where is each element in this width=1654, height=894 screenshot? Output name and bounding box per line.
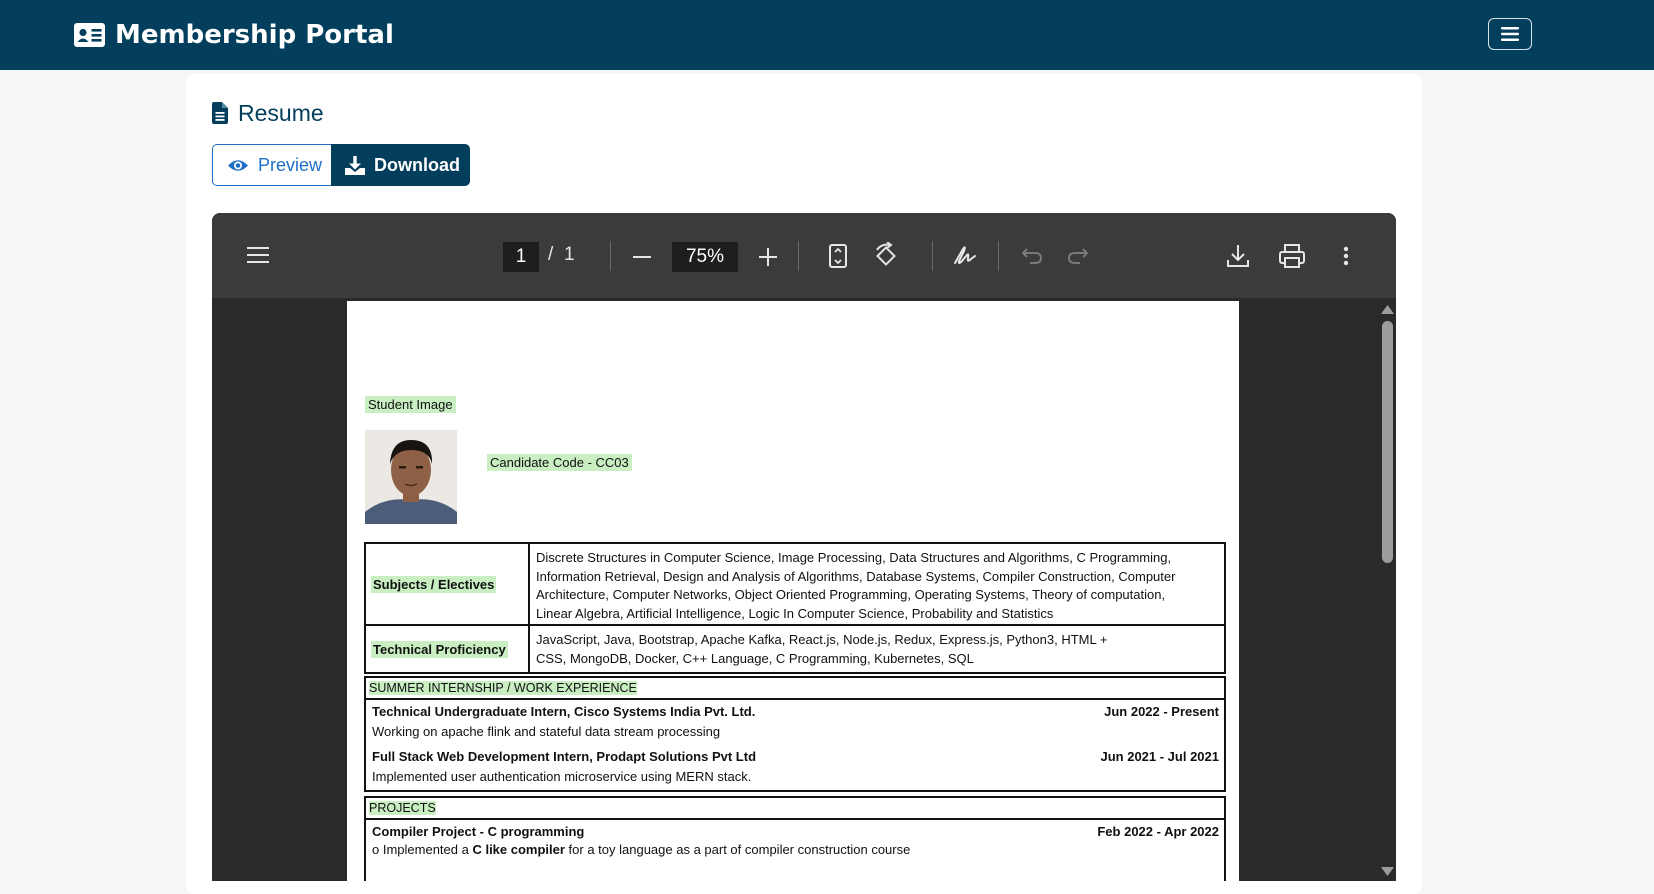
student-image-label: Student Image	[365, 396, 456, 413]
printer-icon	[1279, 244, 1305, 268]
entry-description: Implemented user authentication microser…	[372, 769, 752, 784]
entry-description: o Implemented a C like compiler for a to…	[372, 842, 1219, 857]
draw-button[interactable]	[952, 243, 978, 269]
scroll-up-arrow-icon	[1381, 305, 1394, 314]
more-vertical-icon	[1343, 246, 1349, 266]
desc-suffix: for a toy language as a part of compiler…	[564, 842, 911, 857]
page-number-input[interactable]: 1	[503, 242, 539, 272]
subjects-line: Architecture, Computer Networks, Object …	[536, 587, 1166, 602]
download-button[interactable]: Download	[331, 144, 470, 186]
experience-heading: SUMMER INTERNSHIP / WORK EXPERIENCE	[369, 681, 637, 695]
desc-prefix: o Implemented a	[372, 842, 473, 857]
download-icon	[1227, 245, 1249, 267]
download-label: Download	[374, 154, 460, 175]
subjects-line: Linear Algebra, Artificial Intelligence,…	[536, 605, 1054, 621]
pdf-download-button[interactable]	[1224, 242, 1252, 270]
preview-label: Preview	[258, 154, 323, 175]
subjects-label: Subjects / Electives	[371, 575, 497, 593]
page-separator: /	[548, 244, 554, 265]
rotate-button[interactable]	[872, 242, 900, 270]
entry-title: Full Stack Web Development Intern, Proda…	[372, 749, 757, 764]
more-options-button[interactable]	[1334, 242, 1358, 270]
download-icon	[345, 155, 365, 175]
projects-section: PROJECTS Compiler Project - C programmin…	[364, 796, 1226, 881]
sidebar-toggle-button[interactable]	[246, 243, 270, 267]
entry-title: Technical Undergraduate Intern, Cisco Sy…	[372, 704, 756, 719]
scroll-down-arrow-icon	[1381, 867, 1394, 876]
minus-icon	[633, 256, 651, 258]
page-title-text: Resume	[238, 99, 324, 126]
brand[interactable]: Membership Portal	[74, 17, 394, 53]
desc-bold: C like compiler	[472, 842, 565, 857]
experience-heading-row: SUMMER INTERNSHIP / WORK EXPERIENCE	[366, 678, 1224, 700]
top-navbar: Membership Portal	[0, 0, 1654, 70]
preview-button[interactable]: Preview	[212, 144, 331, 186]
toolbar-divider	[610, 241, 611, 271]
page-total: 1	[564, 244, 575, 265]
pdf-toolbar: 1 / 1 75%	[212, 213, 1396, 298]
person-photo-icon	[365, 430, 457, 524]
pdf-page: Student Image Candidate Code - CC03 Subj…	[347, 301, 1239, 881]
entry-dates: Jun 2021 - Jul 2021	[1100, 749, 1219, 764]
subjects-label-cell: Subjects / Electives	[366, 544, 530, 624]
undo-button[interactable]	[1020, 244, 1044, 268]
zoom-in-button[interactable]	[756, 245, 780, 269]
skills-table: Subjects / Electives Discrete Structures…	[364, 542, 1226, 674]
subjects-value-cell: Discrete Structures in Computer Science,…	[530, 544, 1224, 624]
entry-dates: Jun 2022 - Present	[1104, 704, 1219, 719]
print-button[interactable]	[1278, 242, 1306, 270]
document-icon	[212, 102, 228, 124]
menu-icon	[247, 247, 269, 263]
list-item: Compiler Project - C programming Feb 202…	[366, 820, 1224, 857]
table-row: Subjects / Electives Discrete Structures…	[366, 544, 1224, 626]
menu-toggle-button[interactable]	[1488, 18, 1532, 50]
entry-dates: Feb 2022 - Apr 2022	[1097, 824, 1219, 839]
app-title: Membership Portal	[115, 20, 394, 50]
toolbar-divider	[998, 241, 999, 271]
plus-icon	[759, 248, 777, 266]
tech-label: Technical Proficiency	[371, 640, 508, 658]
projects-heading-row: PROJECTS	[366, 798, 1224, 820]
candidate-code: Candidate Code - CC03	[487, 454, 632, 471]
scrollbar-thumb[interactable]	[1382, 321, 1393, 563]
eye-icon	[228, 159, 248, 171]
subjects-line: Information Retrieval, Design and Analys…	[536, 568, 1176, 584]
toolbar-divider	[932, 241, 933, 271]
undo-icon	[1022, 248, 1042, 264]
tech-value-cell: JavaScript, Java, Bootstrap, Apache Kafk…	[530, 626, 1224, 672]
signature-icon	[954, 246, 976, 264]
resume-action-buttons: Preview Download	[212, 144, 470, 186]
table-row: Technical Proficiency JavaScript, Java, …	[366, 626, 1224, 672]
zoom-out-button[interactable]	[630, 245, 654, 269]
id-card-icon	[74, 23, 105, 47]
entry-title: Compiler Project - C programming	[372, 824, 585, 839]
page-title: Resume	[212, 97, 324, 129]
student-photo	[365, 430, 457, 524]
list-item: Full Stack Web Development Intern, Proda…	[366, 745, 1224, 784]
viewer-scrollbar[interactable]	[1376, 301, 1396, 881]
fit-page-icon	[829, 244, 847, 268]
fit-page-button[interactable]	[826, 243, 850, 269]
redo-icon	[1068, 248, 1088, 264]
pdf-viewer: 1 / 1 75% Student Image Candidate Code -…	[212, 213, 1396, 881]
subjects-line: Discrete Structures in Computer Science,…	[536, 550, 1172, 565]
projects-heading: PROJECTS	[369, 801, 436, 815]
toolbar-divider	[798, 241, 799, 271]
zoom-level-input[interactable]: 75%	[672, 242, 738, 272]
tech-line: CSS, MongoDB, Docker, C++ Language, C Pr…	[536, 650, 974, 666]
experience-section: SUMMER INTERNSHIP / WORK EXPERIENCE Tech…	[364, 676, 1226, 792]
tech-line: JavaScript, Java, Bootstrap, Apache Kafk…	[536, 632, 1108, 647]
hamburger-icon	[1501, 27, 1519, 41]
entry-description: Working on apache flink and stateful dat…	[372, 724, 721, 739]
list-item: Technical Undergraduate Intern, Cisco Sy…	[366, 700, 1224, 745]
rotate-icon	[876, 242, 896, 266]
tech-label-cell: Technical Proficiency	[366, 626, 530, 672]
redo-button[interactable]	[1066, 244, 1090, 268]
